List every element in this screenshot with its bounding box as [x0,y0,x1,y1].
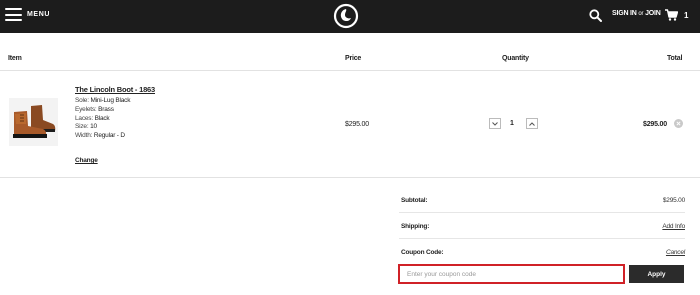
change-options-link[interactable]: Change [75,157,98,164]
spec-label: Laces: [75,114,93,122]
search-icon[interactable] [589,9,602,22]
spec-label: Size: [75,123,89,131]
item-divider [0,177,700,178]
join-label[interactable]: JOIN [645,10,661,17]
close-icon [676,121,681,126]
hamburger-icon [5,8,22,21]
menu-label: MENU [27,11,51,18]
spec-width: Width: Regular - D [75,132,130,141]
apply-coupon-button[interactable]: Apply [629,265,684,283]
spec-value: Brass [98,105,114,113]
product-specs: Sole: Mini-Lug Black Eyelets: Brass Lace… [75,97,130,141]
coupon-code-input[interactable] [398,264,625,284]
quantity-decrease-button[interactable] [489,118,501,129]
chevron-up-icon [529,121,535,126]
cart-count: 1 [684,10,689,20]
spec-eyelets: Eyelets: Brass [75,106,130,115]
unit-price: $295.00 [345,121,369,128]
column-header-total: Total [667,55,683,62]
subtotal-value: $295.00 [662,197,685,204]
cart-icon [665,9,678,21]
product-name-link[interactable]: The Lincoln Boot - 1863 [75,85,155,94]
shipping-label: Shipping: [401,223,430,230]
quantity-increase-button[interactable] [526,118,538,129]
subtotal-label: Subtotal: [401,197,428,204]
spec-label: Width: [75,132,93,140]
coupon-code-label: Coupon Code: [401,249,444,256]
sign-in-label[interactable]: SIGN IN [612,10,637,17]
coupon-cancel-link[interactable]: Cancel [666,249,685,256]
spec-value: 10 [90,123,97,131]
column-header-item: Item [8,55,22,62]
quantity-value: 1 [510,120,514,127]
spec-label: Eyelets: [75,105,97,113]
header-divider [0,70,700,71]
spec-value: Black [94,114,110,122]
spec-sole: Sole: Mini-Lug Black [75,97,130,106]
top-header: MENU SIGN IN or JOIN 1 [0,0,700,33]
summary-divider [399,212,685,213]
remove-item-button[interactable] [674,119,683,128]
brand-logo[interactable] [333,3,359,29]
spec-value: Regular - D [93,132,125,140]
shipping-add-info-link[interactable]: Add Info [662,223,685,230]
spec-laces: Laces: Black [75,115,130,124]
sign-in-join-link[interactable]: SIGN IN or JOIN [612,10,661,17]
cart-button[interactable]: 1 [665,9,688,21]
menu-button[interactable]: MENU [5,8,50,21]
column-header-quantity: Quantity [502,55,529,62]
line-total: $295.00 [643,121,667,128]
summary-divider [399,238,685,239]
spec-size: Size: 10 [75,123,130,132]
spec-value: Mini-Lug Black [90,97,131,104]
chevron-down-icon [492,121,498,126]
or-label: or [638,11,644,17]
column-header-price: Price [345,55,362,62]
product-thumbnail[interactable] [9,98,58,146]
spec-label: Sole: [75,97,89,104]
